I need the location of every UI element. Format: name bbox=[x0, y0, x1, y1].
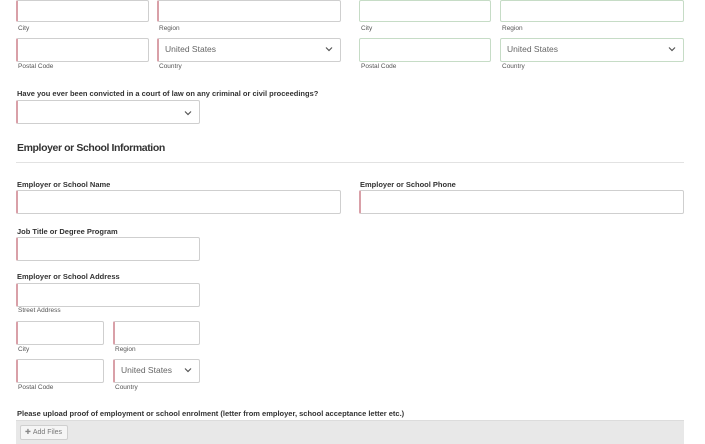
add-files-button[interactable]: ✚ Add Files bbox=[20, 425, 69, 440]
employer-country-select[interactable]: United States bbox=[113, 359, 200, 383]
employer-region-sublabel: Region bbox=[115, 346, 136, 353]
employer-country-select-value: United States bbox=[121, 365, 173, 375]
job-title-input[interactable] bbox=[16, 237, 200, 261]
city-input-right[interactable] bbox=[359, 0, 491, 22]
conviction-question-label: Have you ever been convicted in a court … bbox=[17, 89, 319, 98]
region-input-right[interactable] bbox=[500, 0, 684, 22]
city-sublabel-left: City bbox=[18, 25, 30, 32]
chevron-down-icon bbox=[668, 47, 676, 52]
postal-code-input-left[interactable] bbox=[16, 38, 149, 62]
file-upload-area[interactable]: ✚ Add Files bbox=[16, 420, 684, 444]
chevron-down-icon bbox=[325, 47, 333, 52]
employer-name-input[interactable] bbox=[16, 190, 341, 214]
employer-region-input[interactable] bbox=[113, 321, 200, 345]
street-sublabel: Street Address bbox=[18, 307, 61, 314]
country-sublabel-right: Country bbox=[502, 63, 525, 70]
postal-sublabel-left: Postal Code bbox=[18, 63, 54, 70]
country-select-right[interactable]: United States bbox=[500, 38, 684, 62]
postal-sublabel-right: Postal Code bbox=[361, 63, 397, 70]
country-select-left-value: United States bbox=[165, 44, 217, 54]
city-sublabel-right: City bbox=[361, 25, 373, 32]
employer-section-title: Employer or School Information bbox=[17, 142, 165, 154]
add-files-label: Add Files bbox=[32, 429, 63, 436]
city-input-left[interactable] bbox=[16, 0, 149, 22]
chevron-down-icon bbox=[184, 111, 192, 116]
plus-icon: ✚ bbox=[25, 429, 31, 436]
employer-city-input[interactable] bbox=[16, 321, 104, 345]
region-sublabel-right: Region bbox=[502, 25, 523, 32]
employer-city-sublabel: City bbox=[18, 346, 30, 353]
employer-postal-code-input[interactable] bbox=[16, 359, 104, 383]
chevron-down-icon bbox=[184, 368, 192, 373]
employer-address-label: Employer or School Address bbox=[17, 272, 120, 281]
region-sublabel-left: Region bbox=[159, 25, 180, 32]
employer-name-label: Employer or School Name bbox=[17, 180, 111, 189]
upload-prompt-label: Please upload proof of employment or sch… bbox=[17, 409, 405, 418]
region-input-left[interactable] bbox=[157, 0, 341, 22]
postal-code-input-right[interactable] bbox=[359, 38, 491, 62]
section-divider bbox=[16, 162, 684, 163]
employer-postal-sublabel: Postal Code bbox=[18, 384, 54, 391]
country-select-left[interactable]: United States bbox=[157, 38, 341, 62]
job-title-label: Job Title or Degree Program bbox=[17, 227, 118, 236]
street-address-input[interactable] bbox=[16, 283, 200, 307]
country-sublabel-left: Country bbox=[159, 63, 182, 70]
employer-phone-input[interactable] bbox=[359, 190, 684, 214]
employer-phone-label: Employer or School Phone bbox=[360, 180, 456, 189]
conviction-select[interactable] bbox=[16, 100, 200, 124]
country-select-right-value: United States bbox=[507, 44, 559, 54]
employer-country-sublabel: Country bbox=[115, 384, 138, 391]
